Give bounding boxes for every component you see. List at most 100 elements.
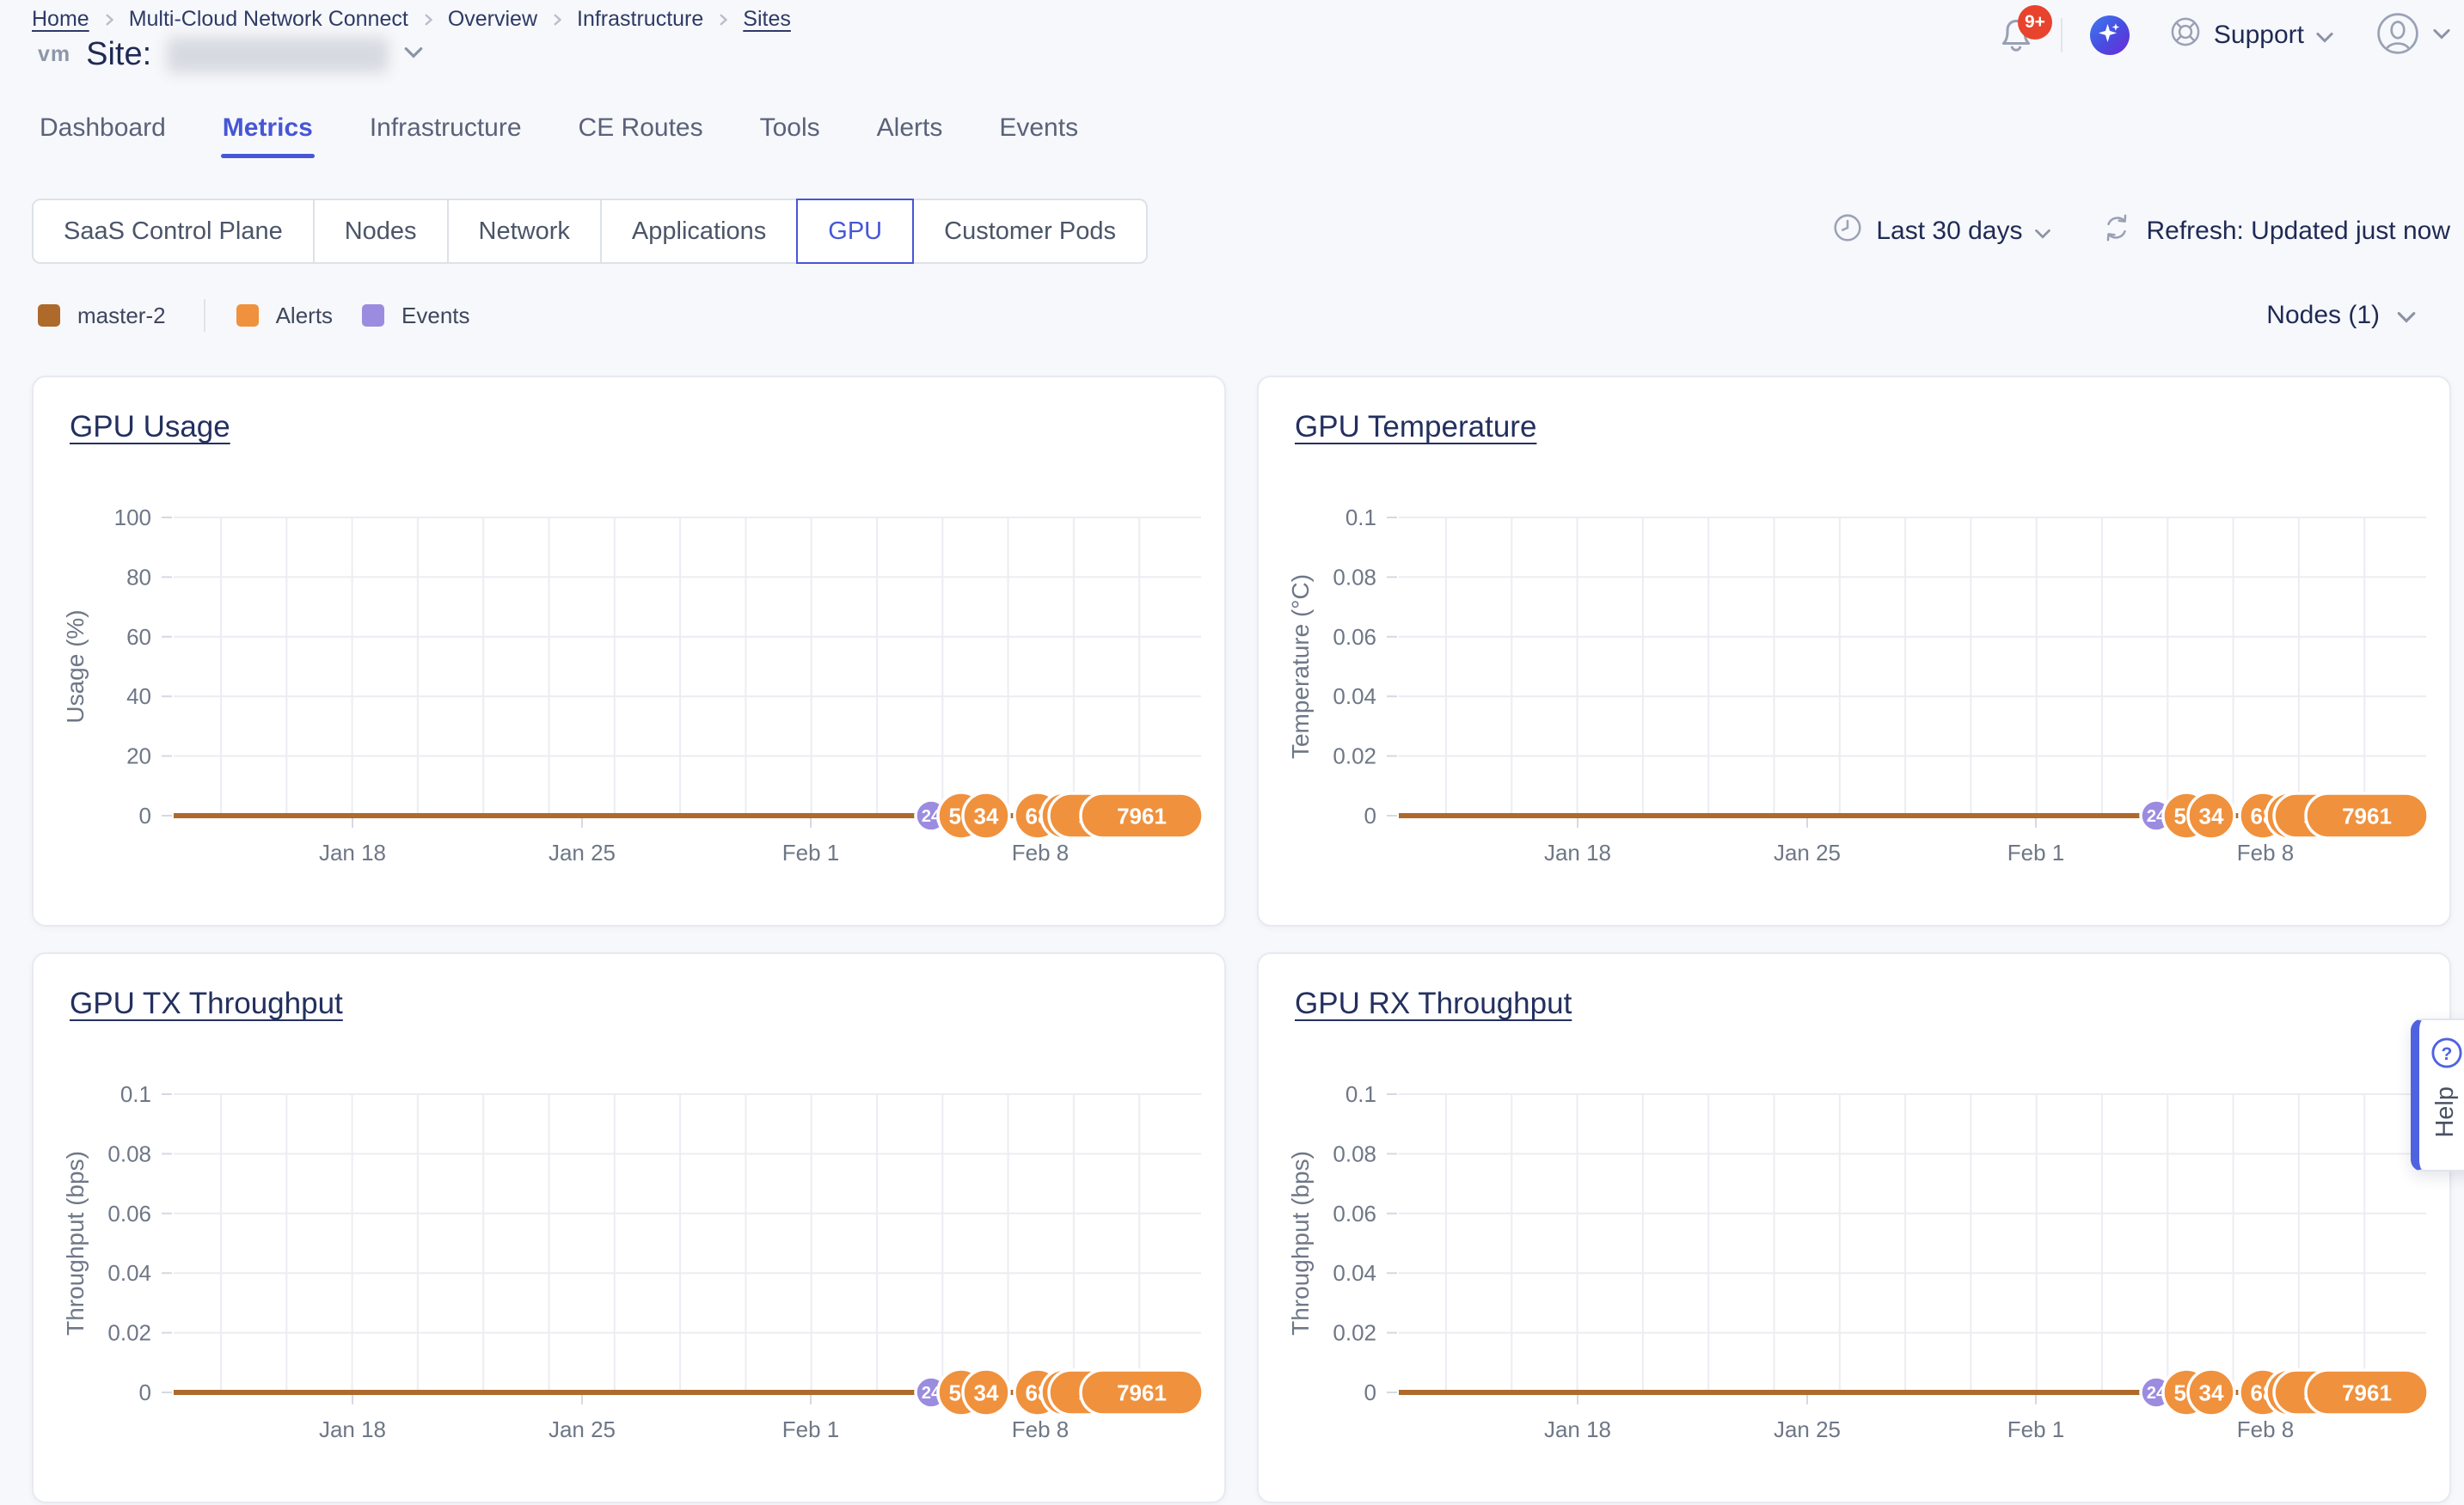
filter-nodes[interactable]: Nodes (313, 199, 449, 264)
chevron-right-icon (551, 14, 563, 26)
filter-gpu[interactable]: GPU (796, 199, 914, 264)
tab-dashboard[interactable]: Dashboard (40, 113, 166, 158)
x-tick-label: Jan 25 (549, 840, 616, 866)
chevron-right-icon (103, 14, 115, 26)
chart-title-link[interactable]: GPU TX Throughput (70, 987, 343, 1021)
breadcrumb-infrastructure[interactable]: Infrastructure (577, 7, 703, 32)
chart-area: 00.020.040.060.080.1Jan 18Jan 25Feb 1Feb… (1259, 954, 2449, 1502)
help-widget[interactable]: ? Help (2411, 1019, 2464, 1172)
chevron-right-icon (422, 14, 434, 26)
tab-infrastructure[interactable]: Infrastructure (370, 113, 522, 158)
clock-icon (1832, 212, 1863, 250)
y-axis-label: Temperature (°C) (1287, 574, 1314, 759)
svg-text:7961: 7961 (1117, 1380, 1167, 1405)
y-tick-label: 20 (126, 743, 151, 769)
tab-events[interactable]: Events (999, 113, 1078, 158)
chevron-down-icon[interactable] (404, 46, 423, 63)
legend-swatch (362, 304, 384, 327)
chart-title-link[interactable]: GPU Usage (70, 410, 230, 444)
alerts-badge[interactable]: 7961 (2306, 1370, 2428, 1415)
alerts-badge[interactable]: 34 (963, 1369, 1009, 1416)
filter-customer-pods[interactable]: Customer Pods (912, 199, 1148, 264)
svg-text:7961: 7961 (2342, 803, 2392, 829)
chart-card-gpu-rx-throughput: GPU RX Throughput 00.020.040.060.080.1Ja… (1257, 952, 2451, 1503)
sparkle-icon (2097, 21, 2123, 49)
time-range-selector[interactable]: Last 30 days (1832, 212, 2050, 250)
legend-swatch (38, 304, 60, 327)
user-account-menu[interactable] (2376, 12, 2450, 58)
x-tick-label: Feb 8 (2237, 840, 2295, 866)
tab-metrics[interactable]: Metrics (223, 113, 313, 158)
y-tick-label: 0.04 (107, 1260, 151, 1286)
y-tick-label: 0.02 (107, 1320, 151, 1346)
alerts-badge[interactable]: 34 (2188, 1369, 2234, 1416)
ai-assistant-button[interactable] (2090, 15, 2130, 55)
y-tick-label: 0 (1364, 803, 1376, 829)
chevron-down-icon (2316, 21, 2333, 50)
x-tick-label: Jan 25 (1774, 840, 1841, 866)
x-tick-label: Jan 18 (1544, 1416, 1611, 1442)
alerts-badge[interactable]: 7961 (1081, 1370, 1203, 1415)
alerts-badge[interactable]: 7961 (2306, 793, 2428, 838)
y-tick-label: 0.04 (1333, 1260, 1376, 1286)
y-tick-label: 0.04 (1333, 683, 1376, 709)
breadcrumb-overview[interactable]: Overview (448, 7, 537, 32)
alerts-badge[interactable]: 34 (963, 792, 1009, 839)
time-range-label: Last 30 days (1876, 217, 2022, 246)
legend-label: master-2 (77, 303, 166, 329)
breadcrumb-sites[interactable]: Sites (743, 7, 791, 32)
legend-item-master-2[interactable]: master-2 (38, 303, 166, 329)
alerts-badge[interactable]: 7961 (1081, 793, 1203, 838)
notifications-button[interactable]: 9+ (1997, 14, 2035, 56)
svg-text:34: 34 (974, 803, 999, 829)
x-tick-label: Feb 8 (2237, 1416, 2295, 1442)
site-name-redacted (167, 37, 389, 73)
breadcrumb: Home Multi-Cloud Network Connect Overvie… (32, 7, 791, 32)
breadcrumb-mcn-connect[interactable]: Multi-Cloud Network Connect (129, 7, 408, 32)
chart-title-link[interactable]: GPU Temperature (1295, 410, 1536, 444)
tab-tools[interactable]: Tools (760, 113, 820, 158)
tab-alerts[interactable]: Alerts (877, 113, 943, 158)
legend-item-events[interactable]: Events (362, 303, 470, 329)
chart-canvas: 020406080100Jan 18Jan 25Feb 1Feb 8Usage … (34, 377, 1228, 928)
y-tick-label: 0.08 (107, 1141, 151, 1166)
y-tick-label: 0.1 (1345, 1081, 1376, 1107)
svg-text:34: 34 (974, 1380, 999, 1405)
y-tick-label: 0.06 (1333, 624, 1376, 650)
time-controls: Last 30 days Refresh: Updated just now (1832, 199, 2450, 264)
chart-card-gpu-tx-throughput: GPU TX Throughput 00.020.040.060.080.1Ja… (32, 952, 1226, 1503)
chart-canvas: 00.020.040.060.080.1Jan 18Jan 25Feb 1Feb… (1259, 377, 2453, 928)
chart-title-link[interactable]: GPU RX Throughput (1295, 987, 1572, 1021)
y-tick-label: 0.1 (1345, 505, 1376, 530)
chevron-down-icon (2035, 217, 2050, 246)
y-axis-label: Usage (%) (62, 609, 89, 723)
y-tick-label: 0.08 (1333, 1141, 1376, 1166)
chart-legend: master-2 Alerts Events (38, 299, 500, 332)
site-header: vm Site: (38, 36, 423, 73)
tab-ce-routes[interactable]: CE Routes (579, 113, 703, 158)
support-label: Support (2214, 21, 2304, 50)
x-tick-label: Feb 1 (2007, 1416, 2065, 1442)
filter-saas-control-plane[interactable]: SaaS Control Plane (32, 199, 315, 264)
nodes-selector[interactable]: Nodes (1) (2266, 301, 2416, 330)
legend-item-alerts[interactable]: Alerts (236, 303, 333, 329)
y-tick-label: 0.06 (1333, 1201, 1376, 1227)
y-tick-label: 0.02 (1333, 743, 1376, 769)
filter-network[interactable]: Network (447, 199, 602, 264)
y-tick-label: 60 (126, 624, 151, 650)
x-tick-label: Jan 18 (319, 1416, 386, 1442)
chart-area: 00.020.040.060.080.1Jan 18Jan 25Feb 1Feb… (1259, 377, 2449, 925)
help-question-icon: ? (2430, 1036, 2464, 1073)
svg-text:7961: 7961 (1117, 803, 1167, 829)
filter-applications[interactable]: Applications (600, 199, 798, 264)
y-tick-label: 0.02 (1333, 1320, 1376, 1346)
support-menu[interactable]: Support (2169, 15, 2333, 55)
refresh-button[interactable]: Refresh: Updated just now (2100, 211, 2450, 251)
page-tabs: Dashboard Metrics Infrastructure CE Rout… (40, 113, 1078, 158)
site-title-label: Site: (86, 36, 151, 73)
refresh-status-label: Refresh: Updated just now (2146, 217, 2450, 246)
breadcrumb-home[interactable]: Home (32, 7, 89, 32)
alerts-badge[interactable]: 34 (2188, 792, 2234, 839)
y-tick-label: 40 (126, 683, 151, 709)
svg-text:7961: 7961 (2342, 1380, 2392, 1405)
